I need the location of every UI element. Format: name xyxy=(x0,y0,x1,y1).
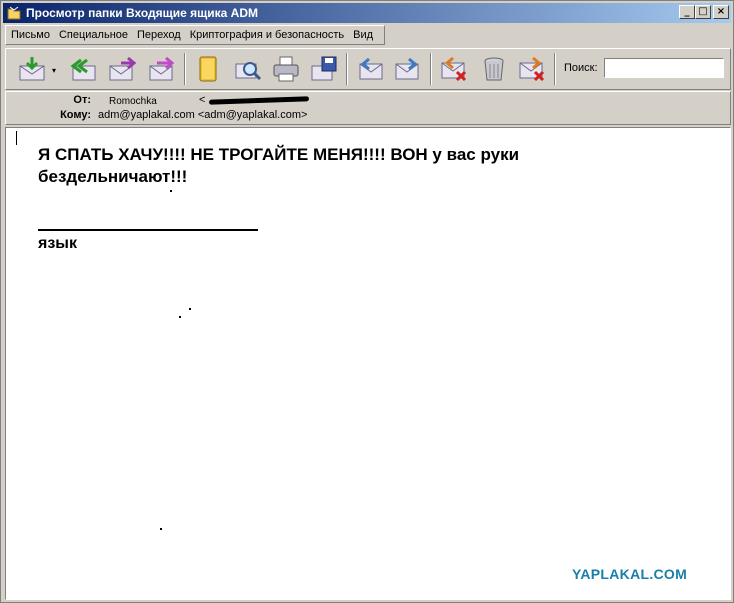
menu-item-special[interactable]: Специальное xyxy=(54,29,132,41)
text-cursor xyxy=(16,131,17,145)
reply-icon[interactable] xyxy=(66,53,98,85)
address-book-icon[interactable] xyxy=(192,53,224,85)
redirect-icon[interactable] xyxy=(146,53,178,85)
from-label: От: xyxy=(73,94,91,106)
message-headers: От: Romochka < Кому: adm@yaplakal.com <a… xyxy=(5,91,731,125)
message-text-line-1: Я СПАТЬ ХАЧУ!!!! НЕ ТРОГАЙТЕ МЕНЯ!!!! ВО… xyxy=(38,145,520,164)
next-icon[interactable] xyxy=(392,53,424,85)
window-title: Просмотр папки Входящие ящика ADM xyxy=(26,6,259,20)
speck xyxy=(179,316,181,318)
speck xyxy=(189,308,191,310)
message-body[interactable]: Я СПАТЬ ХАЧУ!!!! НЕ ТРОГАЙТЕ МЕНЯ!!!! ВО… xyxy=(5,127,731,600)
find-icon[interactable] xyxy=(232,53,264,85)
spam-icon[interactable] xyxy=(516,53,548,85)
toolbar-separator xyxy=(430,53,432,85)
search-input[interactable] xyxy=(604,58,724,78)
redaction-mark xyxy=(208,96,310,105)
from-name[interactable]: Romochka xyxy=(109,96,157,107)
menu-item-view[interactable]: Вид xyxy=(348,29,377,41)
watermark: YAPLAKAL.COM xyxy=(572,566,688,582)
toolbar-separator xyxy=(554,53,556,85)
app-window: Просмотр папки Входящие ящика ADM _ □ × … xyxy=(0,0,734,603)
maximize-button[interactable]: □ xyxy=(695,5,711,19)
folder-icon xyxy=(6,5,22,21)
search-label: Поиск: xyxy=(564,62,598,74)
close-button[interactable]: × xyxy=(713,5,729,19)
toolbar: ▾ Поиск: xyxy=(5,48,731,90)
menu-item-crypto[interactable]: Криптография и безопасность xyxy=(185,29,348,41)
get-mail-dropdown-icon[interactable]: ▾ xyxy=(52,67,60,75)
forward-icon[interactable] xyxy=(106,53,138,85)
menu-bar: Письмо Специальное Переход Криптография … xyxy=(5,25,385,45)
save-icon[interactable] xyxy=(308,53,340,85)
trash-icon[interactable] xyxy=(478,53,510,85)
print-icon[interactable] xyxy=(270,53,302,85)
title-bar[interactable]: Просмотр папки Входящие ящика ADM _ □ × xyxy=(3,3,731,23)
get-mail-icon[interactable] xyxy=(16,53,48,85)
to-label: Кому: xyxy=(60,109,91,121)
signature-rule xyxy=(38,229,258,231)
signature-text: язык xyxy=(38,235,77,252)
from-bracket: < xyxy=(199,94,206,106)
message-text-line-2: бездельничают!!! xyxy=(38,167,188,186)
menu-item-go[interactable]: Переход xyxy=(132,29,185,41)
minimize-button[interactable]: _ xyxy=(679,5,695,19)
delete-icon[interactable] xyxy=(438,53,470,85)
toolbar-separator xyxy=(346,53,348,85)
to-value[interactable]: adm@yaplakal.com <adm@yaplakal.com> xyxy=(98,109,307,121)
speck xyxy=(170,190,172,192)
toolbar-separator xyxy=(184,53,186,85)
speck xyxy=(160,528,162,530)
previous-icon[interactable] xyxy=(354,53,386,85)
menu-item-letter[interactable]: Письмо xyxy=(6,29,54,41)
